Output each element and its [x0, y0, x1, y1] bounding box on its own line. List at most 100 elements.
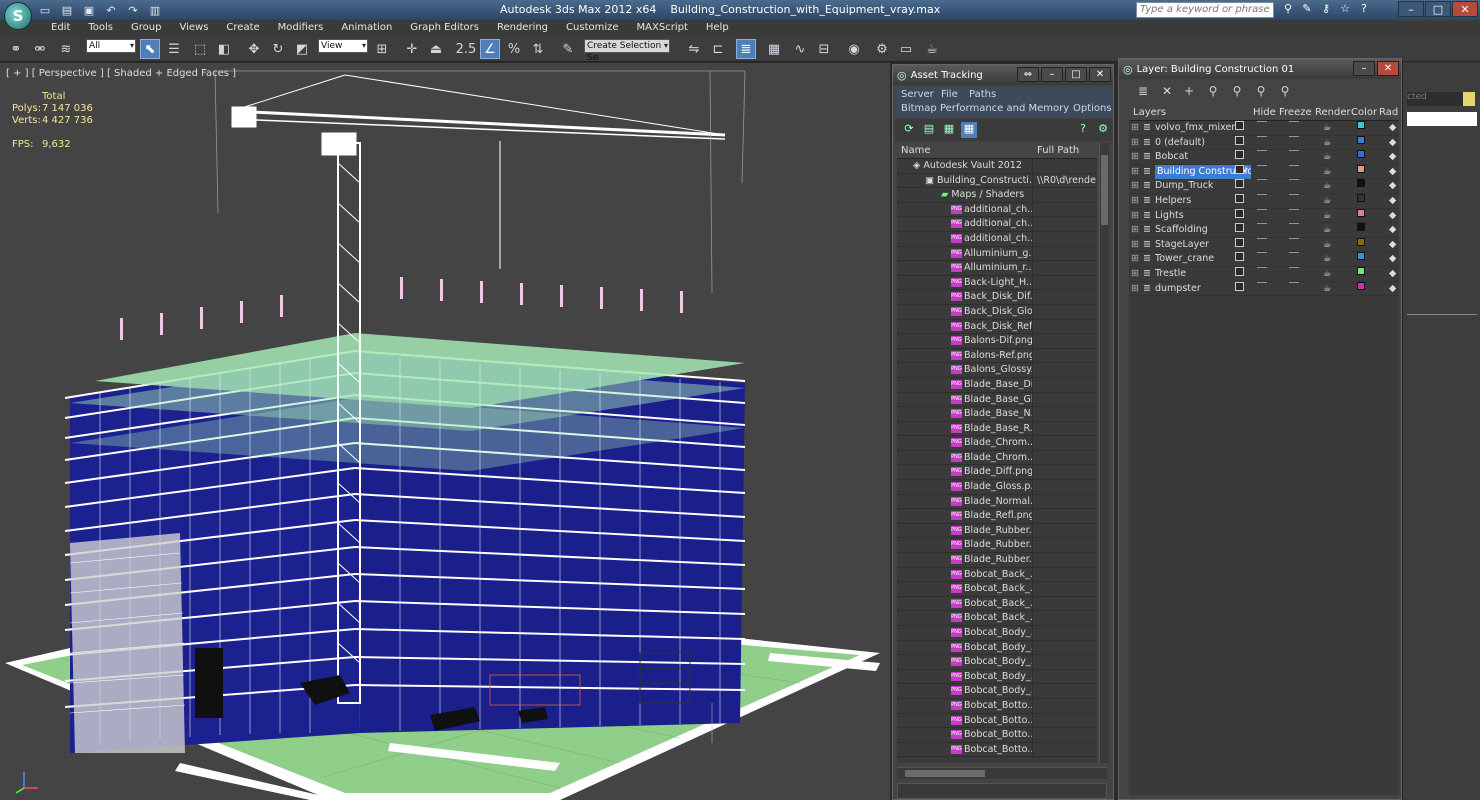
project-folder-icon[interactable]: ▥ [146, 2, 164, 18]
layer-active-checkbox[interactable] [1235, 281, 1244, 291]
menu-tools[interactable]: Tools [79, 20, 122, 36]
command-panel-field[interactable]: cted [1407, 92, 1463, 106]
select-objects-icon[interactable]: ⚲ [1205, 84, 1221, 100]
table-row[interactable]: PNG Bobcat_Back_... [897, 582, 1097, 597]
layer-active-checkbox[interactable] [1235, 237, 1244, 247]
star-icon[interactable]: ☆ [1337, 2, 1353, 18]
hide-toggle[interactable] [1257, 237, 1267, 239]
expand-icon[interactable]: ⊞ [1131, 282, 1139, 296]
asset-path-field[interactable] [897, 783, 1107, 799]
spinner-snap-icon[interactable]: ⇅ [528, 39, 548, 59]
expand-icon[interactable]: ⊞ [1131, 252, 1139, 266]
keyboard-shortcut-icon[interactable]: ⏏ [426, 39, 446, 59]
layer-row[interactable]: ⊞ ≣ Helpers ☕ ◆ [1129, 193, 1399, 209]
layer-row[interactable]: ⊞ ≣ Trestle ☕ ◆ [1129, 266, 1399, 282]
layer-active-checkbox[interactable] [1235, 193, 1244, 203]
table-row[interactable]: PNG Bobcat_Botto... [897, 728, 1097, 743]
layer-row[interactable]: ⊞ ≣ dumpster ☕ ◆ [1129, 281, 1399, 297]
table-row[interactable]: PNG Alluminium_g... [897, 246, 1097, 262]
table-row[interactable]: PNG Balons-Dif.png [897, 334, 1097, 349]
table-row[interactable]: PNG Bobcat_Back_... [897, 596, 1097, 612]
radiosity-icon[interactable]: ◆ [1389, 282, 1397, 294]
expand-icon[interactable]: ⊞ [1131, 136, 1139, 150]
tools-icon[interactable]: ✎ [1299, 2, 1315, 18]
freeze-all-icon[interactable]: ⚲ [1277, 84, 1293, 100]
col-render[interactable]: Render [1315, 105, 1351, 121]
freeze-toggle[interactable] [1289, 208, 1299, 210]
asset-menu-options[interactable]: Options [1073, 103, 1112, 114]
layer-active-checkbox[interactable] [1235, 135, 1244, 145]
layer-color-swatch[interactable] [1357, 237, 1365, 246]
menu-animation[interactable]: Animation [332, 20, 401, 36]
edit-named-selection-icon[interactable]: ✎ [558, 39, 578, 59]
layer-row[interactable]: ⊞ ≣ Building Constructio ✔ ☕ ◆ [1129, 164, 1399, 180]
rotate-icon[interactable]: ↻ [268, 39, 288, 59]
table-row[interactable]: PNG Blade_Gloss.p... [897, 480, 1097, 495]
named-selection-select[interactable]: Create Selection Se [584, 39, 670, 63]
freeze-toggle[interactable] [1289, 223, 1299, 225]
expand-icon[interactable]: ⊞ [1131, 121, 1139, 135]
bind-space-warp-icon[interactable]: ≋ [56, 39, 76, 59]
render-teapot-icon[interactable]: ☕ [1323, 282, 1333, 294]
layer-color-swatch[interactable] [1357, 179, 1365, 188]
layer-color-swatch[interactable] [1357, 135, 1365, 144]
table-row[interactable]: PNG Bobcat_Body_... [897, 626, 1097, 641]
help-icon[interactable]: ? [1356, 2, 1372, 18]
menu-edit[interactable]: Edit [42, 20, 79, 36]
freeze-toggle[interactable] [1289, 150, 1299, 152]
table-row[interactable]: PNG Blade_Diff.png [897, 465, 1097, 481]
table-row[interactable]: PNG Bobcat_Back_... [897, 611, 1097, 626]
layer-color-swatch[interactable] [1357, 266, 1365, 275]
layer-color-swatch[interactable] [1357, 164, 1365, 173]
layer-name[interactable]: volvo_fmx_mixer [1155, 121, 1235, 135]
layer-row[interactable]: ⊞ ≣ StageLayer ☕ ◆ [1129, 237, 1399, 253]
table-row[interactable]: PNG Bobcat_Body_... [897, 655, 1097, 670]
layer-active-checkbox[interactable] [1235, 252, 1244, 262]
layer-row[interactable]: ⊞ ≣ volvo_fmx_mixer ☕ ◆ [1129, 121, 1399, 136]
perspective-viewport[interactable]: [ + ] [ Perspective ] [ Shaded + Edged F… [0, 63, 890, 800]
asset-menu-server[interactable]: Server [901, 89, 934, 100]
layer-name[interactable]: Helpers [1155, 194, 1191, 208]
expand-icon[interactable]: ⊞ [1131, 209, 1139, 223]
render-teapot-icon[interactable]: ☕ [1323, 267, 1333, 279]
minimize-button[interactable]: – [1398, 1, 1424, 17]
mirror-icon[interactable]: ⇋ [684, 39, 704, 59]
radiosity-icon[interactable]: ◆ [1389, 194, 1397, 206]
list-view-icon[interactable]: ▤ [921, 122, 937, 138]
schematic-view-icon[interactable]: ⊟ [814, 39, 834, 59]
menu-group[interactable]: Group [122, 20, 170, 36]
table-row[interactable]: PNG Balons_Glossy... [897, 363, 1097, 378]
layer-name[interactable]: Bobcat [1155, 150, 1188, 164]
freeze-toggle[interactable] [1289, 135, 1299, 137]
layer-color-swatch[interactable] [1357, 121, 1365, 129]
freeze-toggle[interactable] [1289, 164, 1299, 166]
layer-active-checkbox[interactable] [1235, 223, 1244, 233]
render-teapot-icon[interactable]: ☕ [1323, 136, 1333, 148]
menu-graph-editors[interactable]: Graph Editors [401, 20, 488, 36]
expand-icon[interactable]: ⊞ [1131, 150, 1139, 164]
table-row[interactable]: PNG Balons-Ref.png [897, 348, 1097, 364]
pivot-center-icon[interactable]: ⊞ [372, 39, 392, 59]
table-row[interactable]: PNG Bobcat_Botto... [897, 742, 1097, 758]
rectangular-selection-icon[interactable]: ⬚ [190, 39, 210, 59]
asset-menu-bitmap[interactable]: Bitmap Performance and Memory [901, 103, 1069, 114]
table-row[interactable]: ◈ Autodesk Vault 2012 [897, 159, 1097, 174]
render-teapot-icon[interactable]: ☕ [1323, 252, 1333, 264]
table-row[interactable]: PNG Bobcat_Body_... [897, 684, 1097, 699]
menu-create[interactable]: Create [217, 20, 268, 36]
expand-icon[interactable]: ⊞ [1131, 238, 1139, 252]
add-to-layer-icon[interactable]: + [1181, 84, 1197, 100]
layer-name[interactable]: Lights [1155, 209, 1184, 223]
hide-toggle[interactable] [1257, 164, 1267, 166]
layer-color-swatch[interactable] [1357, 150, 1365, 159]
expand-icon[interactable]: ⊞ [1131, 194, 1139, 208]
layer-name[interactable]: Scaffolding [1155, 223, 1208, 237]
render-teapot-icon[interactable]: ☕ [1323, 223, 1333, 235]
menu-maxscript[interactable]: MAXScript [628, 20, 697, 36]
layer-row[interactable]: ⊞ ≣ 0 (default) ☕ ◆ [1129, 135, 1399, 151]
layer-close-button[interactable]: ✕ [1377, 61, 1399, 76]
col-name[interactable]: Name [897, 143, 1033, 158]
material-editor-icon[interactable]: ◉ [844, 39, 864, 59]
hide-toggle[interactable] [1257, 208, 1267, 210]
freeze-toggle[interactable] [1289, 252, 1299, 254]
